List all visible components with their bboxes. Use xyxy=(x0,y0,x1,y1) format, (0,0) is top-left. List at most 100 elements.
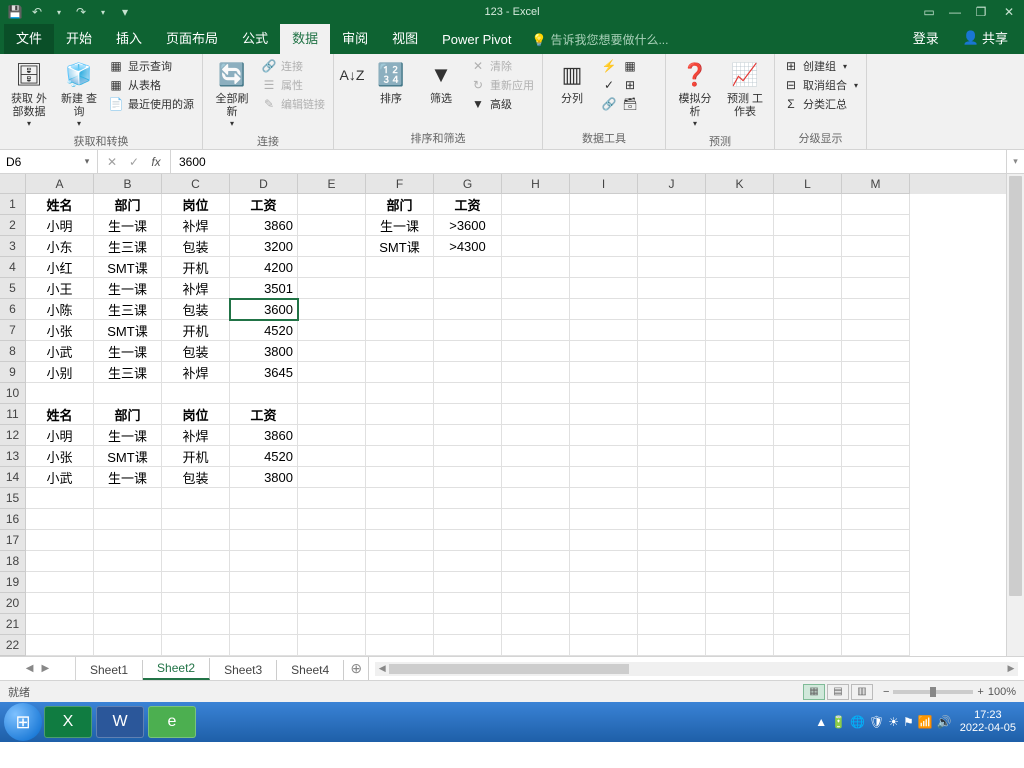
cell[interactable] xyxy=(366,362,434,383)
row-header[interactable]: 9 xyxy=(0,362,26,383)
cell[interactable] xyxy=(502,341,570,362)
cell[interactable] xyxy=(706,467,774,488)
cell[interactable] xyxy=(774,236,842,257)
cell[interactable] xyxy=(706,341,774,362)
cell[interactable] xyxy=(434,488,502,509)
cell[interactable] xyxy=(842,383,910,404)
cell[interactable] xyxy=(298,215,366,236)
cell[interactable] xyxy=(298,341,366,362)
cell[interactable] xyxy=(774,488,842,509)
word-taskbar-button[interactable]: W xyxy=(96,706,144,738)
cell[interactable]: 包装 xyxy=(162,236,230,257)
text-to-columns-button[interactable]: ▥分列 xyxy=(549,57,595,108)
cell[interactable] xyxy=(842,404,910,425)
cell[interactable] xyxy=(638,236,706,257)
maximize-icon[interactable]: ❐ xyxy=(968,0,994,24)
tab-数据[interactable]: 数据 xyxy=(280,22,330,54)
row-header[interactable]: 17 xyxy=(0,530,26,551)
row-header[interactable]: 10 xyxy=(0,383,26,404)
cell[interactable] xyxy=(366,593,434,614)
cell[interactable] xyxy=(570,320,638,341)
cell[interactable] xyxy=(570,593,638,614)
zoom-slider[interactable] xyxy=(893,690,973,694)
cell[interactable] xyxy=(502,635,570,656)
cell[interactable]: 小武 xyxy=(26,341,94,362)
cell[interactable] xyxy=(638,614,706,635)
cell[interactable] xyxy=(298,257,366,278)
cell[interactable] xyxy=(842,593,910,614)
row-header[interactable]: 7 xyxy=(0,320,26,341)
cell[interactable] xyxy=(94,572,162,593)
cell[interactable] xyxy=(434,299,502,320)
cell[interactable]: 3860 xyxy=(230,425,298,446)
sheet-tab[interactable]: Sheet2 xyxy=(143,658,210,680)
formula-input[interactable]: 3600 xyxy=(171,150,1006,173)
cell[interactable]: 小明 xyxy=(26,425,94,446)
relationships-icon[interactable]: 🔗 xyxy=(599,95,619,113)
cell[interactable]: 姓名 xyxy=(26,194,94,215)
from-table-button[interactable]: ▦从表格 xyxy=(106,76,196,94)
cell[interactable]: 工资 xyxy=(230,404,298,425)
column-header[interactable]: K xyxy=(706,174,774,194)
cell[interactable] xyxy=(162,593,230,614)
cell[interactable]: 生一课 xyxy=(94,425,162,446)
cell[interactable] xyxy=(366,341,434,362)
cell[interactable] xyxy=(502,467,570,488)
cell[interactable] xyxy=(842,215,910,236)
cell[interactable] xyxy=(706,278,774,299)
cell[interactable] xyxy=(434,593,502,614)
cell[interactable] xyxy=(94,488,162,509)
row-header[interactable]: 4 xyxy=(0,257,26,278)
cell[interactable]: 小东 xyxy=(26,236,94,257)
cell[interactable] xyxy=(162,635,230,656)
cell[interactable] xyxy=(298,614,366,635)
cell[interactable] xyxy=(502,593,570,614)
forecast-sheet-button[interactable]: 📈预测 工作表 xyxy=(722,57,768,121)
tab-开始[interactable]: 开始 xyxy=(54,22,104,54)
cell[interactable] xyxy=(26,488,94,509)
cell[interactable] xyxy=(570,467,638,488)
cell[interactable] xyxy=(366,320,434,341)
cell[interactable]: 3200 xyxy=(230,236,298,257)
cell[interactable] xyxy=(298,278,366,299)
cell[interactable]: 生一课 xyxy=(94,341,162,362)
ribbon-options-icon[interactable]: ▭ xyxy=(916,0,942,24)
cell[interactable]: 3645 xyxy=(230,362,298,383)
cell[interactable]: 补焊 xyxy=(162,278,230,299)
cell[interactable] xyxy=(842,530,910,551)
tab-公式[interactable]: 公式 xyxy=(230,22,280,54)
remove-dup-icon[interactable]: ▦ xyxy=(620,57,640,75)
cell[interactable] xyxy=(570,635,638,656)
cell[interactable]: 小张 xyxy=(26,446,94,467)
horizontal-scrollbar[interactable]: ◀ ▶ xyxy=(375,662,1018,676)
cell[interactable] xyxy=(570,425,638,446)
cell[interactable] xyxy=(434,362,502,383)
browser-taskbar-button[interactable]: e xyxy=(148,706,196,738)
cell[interactable] xyxy=(298,320,366,341)
whatif-button[interactable]: ❓模拟分析▾ xyxy=(672,57,718,131)
data-model-icon[interactable]: 🗃 xyxy=(620,95,640,113)
cell[interactable] xyxy=(298,383,366,404)
cell[interactable] xyxy=(502,530,570,551)
cell[interactable] xyxy=(638,404,706,425)
page-break-view-button[interactable]: ▥ xyxy=(851,684,873,700)
cell[interactable] xyxy=(366,446,434,467)
cell[interactable] xyxy=(774,530,842,551)
cell[interactable] xyxy=(706,404,774,425)
cell[interactable] xyxy=(706,551,774,572)
cell[interactable]: 3600 xyxy=(230,299,298,320)
cell[interactable] xyxy=(366,278,434,299)
cell[interactable] xyxy=(366,383,434,404)
column-header[interactable]: E xyxy=(298,174,366,194)
cell[interactable] xyxy=(706,236,774,257)
cell[interactable] xyxy=(706,614,774,635)
zoom-in-button[interactable]: + xyxy=(977,686,983,698)
cell[interactable] xyxy=(366,257,434,278)
cell[interactable]: 3800 xyxy=(230,467,298,488)
cell[interactable] xyxy=(774,404,842,425)
cell[interactable] xyxy=(842,551,910,572)
cell[interactable]: >3600 xyxy=(434,215,502,236)
cell[interactable] xyxy=(774,509,842,530)
cell[interactable] xyxy=(230,530,298,551)
page-layout-view-button[interactable]: ▤ xyxy=(827,684,849,700)
